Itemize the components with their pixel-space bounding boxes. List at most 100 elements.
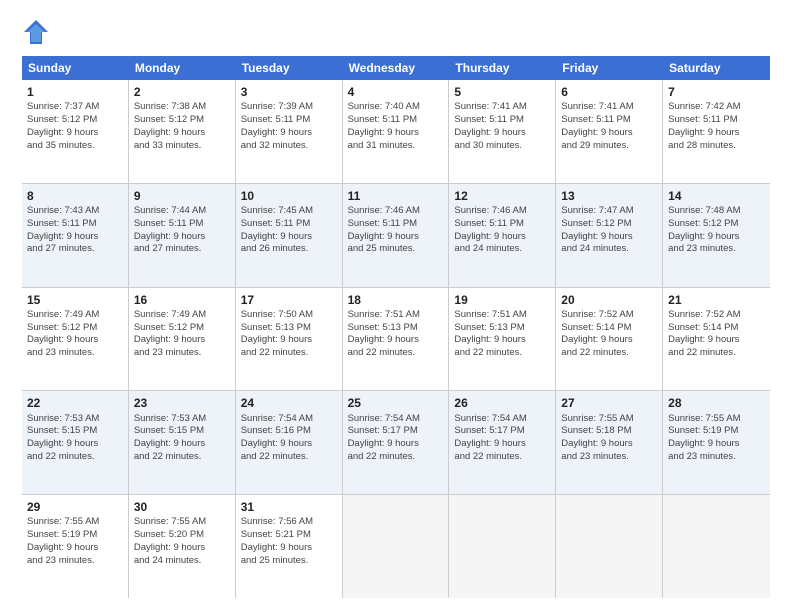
day-number: 10 xyxy=(241,188,337,204)
day-number: 15 xyxy=(27,292,123,308)
day-info-line-3: and 25 minutes. xyxy=(241,555,309,566)
day-number: 30 xyxy=(134,499,230,515)
day-info-line-2: Daylight: 9 hours xyxy=(454,127,525,138)
day-info-line-3: and 22 minutes. xyxy=(454,347,522,358)
day-cell-20: 20Sunrise: 7:52 AMSunset: 5:14 PMDayligh… xyxy=(556,288,663,391)
day-number: 26 xyxy=(454,395,550,411)
day-info-line-3: and 23 minutes. xyxy=(134,347,202,358)
day-number: 13 xyxy=(561,188,657,204)
day-info-line-3: and 24 minutes. xyxy=(134,555,202,566)
weekday-header-wednesday: Wednesday xyxy=(343,56,450,80)
weekday-header-tuesday: Tuesday xyxy=(236,56,343,80)
day-info-line-2: Daylight: 9 hours xyxy=(348,438,419,449)
day-number: 31 xyxy=(241,499,337,515)
day-number: 16 xyxy=(134,292,230,308)
day-cell-12: 12Sunrise: 7:46 AMSunset: 5:11 PMDayligh… xyxy=(449,184,556,287)
day-number: 25 xyxy=(348,395,444,411)
day-number: 24 xyxy=(241,395,337,411)
day-info-line-0: Sunrise: 7:49 AM xyxy=(134,309,206,320)
day-info-line-3: and 22 minutes. xyxy=(241,347,309,358)
day-number: 22 xyxy=(27,395,123,411)
day-cell-9: 9Sunrise: 7:44 AMSunset: 5:11 PMDaylight… xyxy=(129,184,236,287)
day-info-line-1: Sunset: 5:13 PM xyxy=(348,322,418,333)
day-info-line-2: Daylight: 9 hours xyxy=(668,334,739,345)
day-info-line-2: Daylight: 9 hours xyxy=(561,334,632,345)
day-info-line-0: Sunrise: 7:48 AM xyxy=(668,205,740,216)
day-info-line-3: and 33 minutes. xyxy=(134,140,202,151)
day-info-line-3: and 23 minutes. xyxy=(668,451,736,462)
day-cell-1: 1Sunrise: 7:37 AMSunset: 5:12 PMDaylight… xyxy=(22,80,129,183)
day-info-line-1: Sunset: 5:12 PM xyxy=(134,322,204,333)
day-info-line-2: Daylight: 9 hours xyxy=(241,542,312,553)
calendar-row-4: 29Sunrise: 7:55 AMSunset: 5:19 PMDayligh… xyxy=(22,495,770,598)
day-cell-19: 19Sunrise: 7:51 AMSunset: 5:13 PMDayligh… xyxy=(449,288,556,391)
day-number: 6 xyxy=(561,84,657,100)
day-info-line-0: Sunrise: 7:55 AM xyxy=(27,516,99,527)
day-cell-5: 5Sunrise: 7:41 AMSunset: 5:11 PMDaylight… xyxy=(449,80,556,183)
empty-cell xyxy=(343,495,450,598)
day-info-line-1: Sunset: 5:11 PM xyxy=(348,114,418,125)
day-number: 17 xyxy=(241,292,337,308)
calendar-row-3: 22Sunrise: 7:53 AMSunset: 5:15 PMDayligh… xyxy=(22,391,770,495)
day-info-line-0: Sunrise: 7:39 AM xyxy=(241,101,313,112)
day-info-line-3: and 22 minutes. xyxy=(348,451,416,462)
day-number: 20 xyxy=(561,292,657,308)
day-info-line-1: Sunset: 5:15 PM xyxy=(134,425,204,436)
day-info-line-2: Daylight: 9 hours xyxy=(27,438,98,449)
day-info-line-2: Daylight: 9 hours xyxy=(134,334,205,345)
day-number: 2 xyxy=(134,84,230,100)
day-cell-15: 15Sunrise: 7:49 AMSunset: 5:12 PMDayligh… xyxy=(22,288,129,391)
weekday-header-friday: Friday xyxy=(556,56,663,80)
calendar: SundayMondayTuesdayWednesdayThursdayFrid… xyxy=(22,56,770,598)
day-info-line-0: Sunrise: 7:56 AM xyxy=(241,516,313,527)
day-info-line-0: Sunrise: 7:38 AM xyxy=(134,101,206,112)
day-info-line-2: Daylight: 9 hours xyxy=(668,231,739,242)
day-info-line-1: Sunset: 5:13 PM xyxy=(241,322,311,333)
day-cell-18: 18Sunrise: 7:51 AMSunset: 5:13 PMDayligh… xyxy=(343,288,450,391)
day-number: 18 xyxy=(348,292,444,308)
day-info-line-1: Sunset: 5:11 PM xyxy=(27,218,97,229)
day-info-line-2: Daylight: 9 hours xyxy=(134,438,205,449)
day-info-line-3: and 22 minutes. xyxy=(561,347,629,358)
day-info-line-1: Sunset: 5:12 PM xyxy=(134,114,204,125)
day-info-line-2: Daylight: 9 hours xyxy=(561,127,632,138)
calendar-row-0: 1Sunrise: 7:37 AMSunset: 5:12 PMDaylight… xyxy=(22,80,770,184)
day-info-line-2: Daylight: 9 hours xyxy=(348,231,419,242)
day-cell-10: 10Sunrise: 7:45 AMSunset: 5:11 PMDayligh… xyxy=(236,184,343,287)
day-info-line-2: Daylight: 9 hours xyxy=(27,231,98,242)
day-info-line-3: and 28 minutes. xyxy=(668,140,736,151)
logo xyxy=(22,18,54,46)
day-info-line-0: Sunrise: 7:52 AM xyxy=(561,309,633,320)
day-info-line-2: Daylight: 9 hours xyxy=(27,334,98,345)
day-cell-11: 11Sunrise: 7:46 AMSunset: 5:11 PMDayligh… xyxy=(343,184,450,287)
logo-icon xyxy=(22,18,50,46)
day-info-line-0: Sunrise: 7:43 AM xyxy=(27,205,99,216)
day-number: 7 xyxy=(668,84,765,100)
day-info-line-0: Sunrise: 7:41 AM xyxy=(561,101,633,112)
day-cell-25: 25Sunrise: 7:54 AMSunset: 5:17 PMDayligh… xyxy=(343,391,450,494)
day-info-line-1: Sunset: 5:12 PM xyxy=(27,322,97,333)
calendar-row-2: 15Sunrise: 7:49 AMSunset: 5:12 PMDayligh… xyxy=(22,288,770,392)
day-cell-17: 17Sunrise: 7:50 AM Sunset: 5:13 PMDayligh… xyxy=(236,288,343,391)
day-info-line-3: and 24 minutes. xyxy=(561,243,629,254)
day-info-line-3: and 29 minutes. xyxy=(561,140,629,151)
day-number: 1 xyxy=(27,84,123,100)
day-info-line-1: Sunset: 5:13 PM xyxy=(454,322,524,333)
day-info-line-1: Sunset: 5:12 PM xyxy=(27,114,97,125)
day-cell-23: 23Sunrise: 7:53 AMSunset: 5:15 PMDayligh… xyxy=(129,391,236,494)
day-number: 5 xyxy=(454,84,550,100)
day-info-line-0: Sunrise: 7:50 AM xyxy=(241,309,313,320)
day-info-line-1: Sunset: 5:11 PM xyxy=(454,114,524,125)
day-info-line-3: and 27 minutes. xyxy=(27,243,95,254)
weekday-header-monday: Monday xyxy=(129,56,236,80)
day-info-line-2: Daylight: 9 hours xyxy=(561,231,632,242)
day-info-line-2: Daylight: 9 hours xyxy=(241,438,312,449)
day-info-line-3: and 22 minutes. xyxy=(348,347,416,358)
day-info-line-1: Sunset: 5:12 PM xyxy=(668,218,738,229)
day-info-line-3: and 25 minutes. xyxy=(348,243,416,254)
day-info-line-2: Daylight: 9 hours xyxy=(454,438,525,449)
calendar-header: SundayMondayTuesdayWednesdayThursdayFrid… xyxy=(22,56,770,80)
day-info-line-2: Daylight: 9 hours xyxy=(241,334,312,345)
day-cell-16: 16Sunrise: 7:49 AM Sunset: 5:12 PMDayligh… xyxy=(129,288,236,391)
empty-cell xyxy=(663,495,770,598)
